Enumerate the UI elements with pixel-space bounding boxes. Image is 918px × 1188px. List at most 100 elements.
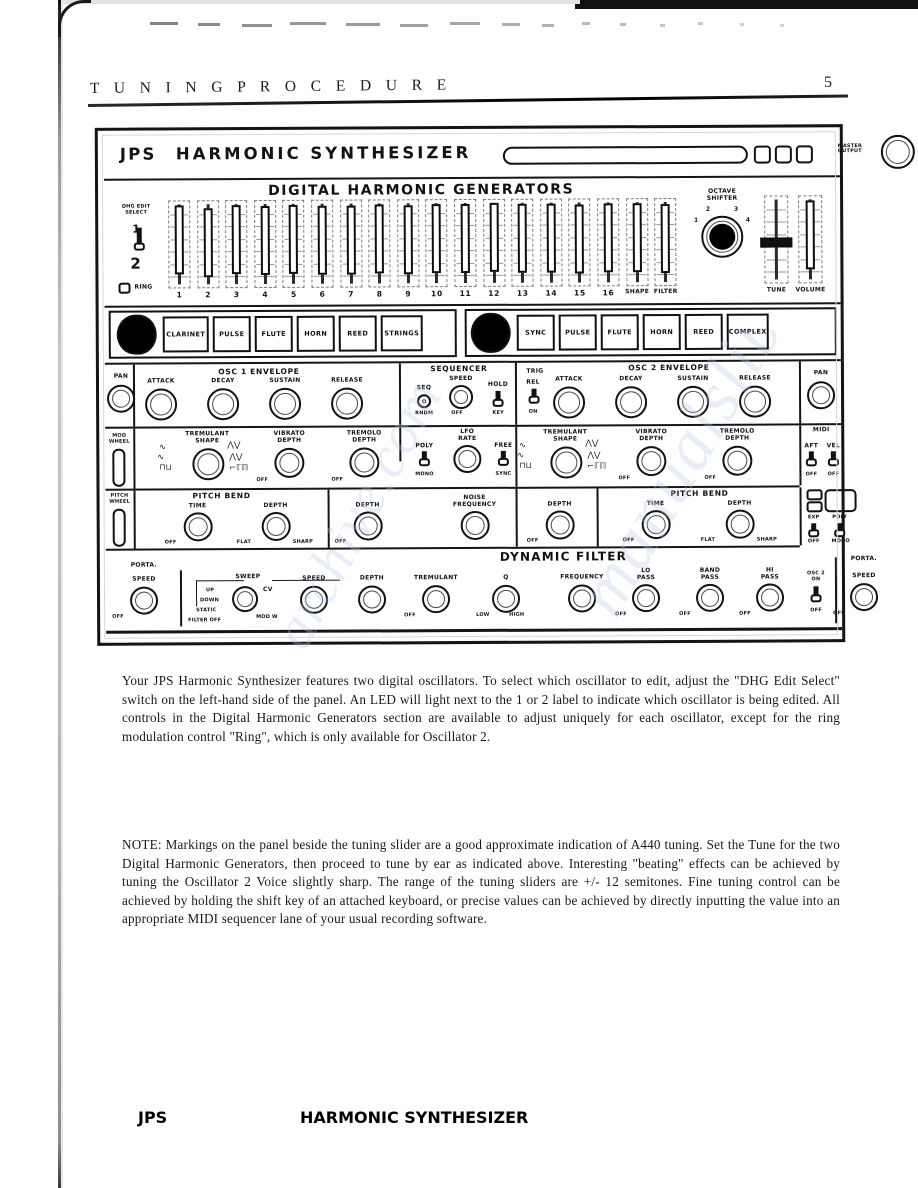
dhg-slider[interactable] bbox=[482, 198, 506, 287]
osc2-voice-button-flute[interactable]: FLUTE bbox=[600, 314, 639, 351]
filter-depth-knob[interactable] bbox=[357, 585, 387, 614]
dhg-slider[interactable] bbox=[168, 200, 191, 289]
osc1-voice-button-strings[interactable]: STRINGS bbox=[380, 315, 423, 352]
sequencer-speed-knob[interactable] bbox=[449, 384, 474, 410]
mod-wheel[interactable] bbox=[112, 448, 126, 487]
osc2-voice-button-horn[interactable]: HORN bbox=[642, 313, 681, 351]
osc2-voice-button-reed[interactable]: REED bbox=[684, 313, 723, 350]
osc1-pitch-bend-time-knob[interactable] bbox=[183, 512, 213, 542]
dhg-slider-cap[interactable] bbox=[517, 203, 528, 273]
dhg-slider-cap[interactable] bbox=[460, 203, 470, 274]
osc1-envelope-attack-knob[interactable] bbox=[145, 388, 178, 421]
lo-pass-knob[interactable] bbox=[631, 584, 661, 613]
sweep-option-static[interactable]: STATIC bbox=[196, 607, 216, 613]
filter-speed-knob[interactable] bbox=[299, 585, 329, 614]
dhg-slider-cap[interactable] bbox=[174, 205, 184, 275]
sweep-option-filter-off[interactable]: FILTER OFF bbox=[188, 617, 221, 623]
dhg-slider[interactable] bbox=[568, 198, 591, 287]
dhg-slider-cap[interactable] bbox=[317, 205, 327, 275]
osc1-pitch-bend-depth-knob[interactable] bbox=[261, 511, 291, 542]
osc2-pitch-bend-depth-knob[interactable] bbox=[725, 509, 755, 539]
dhg-slider[interactable] bbox=[597, 198, 620, 287]
dhg-slider-cap[interactable] bbox=[203, 208, 213, 278]
dhg-slider[interactable] bbox=[511, 198, 534, 287]
osc2-voice-selected-indicator[interactable] bbox=[470, 312, 511, 353]
dhg-slider-cap[interactable] bbox=[289, 204, 299, 274]
osc2-porta-speed-knob[interactable] bbox=[849, 583, 879, 612]
dhg-slider-cap[interactable] bbox=[260, 205, 270, 276]
filter-q-knob[interactable] bbox=[491, 584, 521, 613]
osc1-voice-button-pulse[interactable]: PULSE bbox=[212, 316, 251, 353]
sweep-option-down[interactable]: DOWN bbox=[200, 597, 219, 603]
osc1-voice-button-reed[interactable]: REED bbox=[338, 315, 377, 352]
tune-slider-cap[interactable] bbox=[760, 237, 793, 248]
osc1-voice-button-clarinet[interactable]: CLARINET bbox=[162, 316, 209, 353]
dhg-slider-cap[interactable] bbox=[489, 202, 499, 272]
noise-frequency-knob[interactable] bbox=[460, 510, 490, 541]
midi-pedal-jack-1[interactable] bbox=[806, 489, 823, 501]
osc2-tremulant-shape-knob[interactable] bbox=[550, 446, 583, 479]
dhg-slider[interactable] bbox=[196, 200, 220, 289]
osc2-trig-switch[interactable] bbox=[525, 388, 543, 409]
dhg-slider-cap[interactable] bbox=[632, 203, 642, 273]
osc1-voice-button-flute[interactable]: FLUTE bbox=[254, 315, 293, 353]
lfo-free-sync-switch[interactable] bbox=[494, 450, 512, 471]
dhg-slider-cap[interactable] bbox=[374, 204, 385, 274]
dhg-slider[interactable] bbox=[425, 199, 448, 288]
midi-aft-switch[interactable] bbox=[802, 451, 820, 471]
band-pass-knob[interactable] bbox=[695, 583, 725, 612]
dhg-slider[interactable] bbox=[339, 199, 363, 288]
osc2-voice-button-sync[interactable]: SYNC bbox=[516, 314, 555, 351]
ring-button[interactable] bbox=[118, 282, 131, 294]
osc2-pan-knob[interactable] bbox=[806, 381, 836, 410]
master-output-knob[interactable] bbox=[880, 134, 915, 169]
osc1-envelope-sustain-knob[interactable] bbox=[269, 387, 302, 420]
sequencer-mode-knob[interactable] bbox=[417, 394, 432, 409]
indicator-button-3[interactable] bbox=[795, 145, 813, 164]
dhg-slider-cap[interactable] bbox=[546, 203, 556, 273]
osc2-on-switch[interactable] bbox=[807, 586, 825, 608]
filter-tremulant-knob[interactable] bbox=[421, 585, 451, 614]
osc2-pitch-bend-time-knob[interactable] bbox=[641, 510, 671, 540]
osc2-envelope-sustain-knob[interactable] bbox=[677, 385, 710, 418]
dhg-slider-cap[interactable] bbox=[603, 203, 613, 273]
filter-frequency-knob[interactable] bbox=[567, 584, 597, 613]
dhg-slider-cap[interactable] bbox=[403, 205, 413, 275]
osc2-voice-button-complex[interactable]: COMPLEX bbox=[726, 313, 769, 350]
osc2-tremolo-depth-knob[interactable] bbox=[722, 445, 753, 476]
midi-pedal-jack-2[interactable] bbox=[806, 501, 823, 513]
volume-slider[interactable] bbox=[798, 195, 823, 284]
dhg-slider-cap[interactable] bbox=[575, 204, 585, 274]
lfo-rate-knob[interactable] bbox=[453, 444, 482, 474]
osc2-vibrato-depth-knob[interactable] bbox=[636, 446, 667, 477]
dhg-slider[interactable] bbox=[396, 199, 420, 288]
osc1-voice-selected-indicator[interactable] bbox=[116, 314, 157, 355]
osc2-voice-button-pulse[interactable]: PULSE bbox=[558, 314, 597, 351]
osc1-noise-depth-knob[interactable] bbox=[353, 511, 383, 541]
dhg-slider-cap[interactable] bbox=[432, 204, 442, 274]
dhg-slider[interactable] bbox=[253, 199, 277, 289]
osc1-voice-button-horn[interactable]: HORN bbox=[296, 315, 335, 352]
osc2-envelope-decay-knob[interactable] bbox=[615, 386, 648, 419]
sweep-option-up[interactable]: UP bbox=[206, 587, 214, 593]
indicator-button-1[interactable] bbox=[753, 145, 771, 164]
lfo-poly-mono-switch[interactable] bbox=[415, 451, 433, 471]
volume-slider-cap[interactable] bbox=[805, 200, 815, 270]
pitch-wheel[interactable] bbox=[112, 508, 126, 547]
osc2-noise-depth-knob[interactable] bbox=[545, 510, 575, 540]
dhg-slider[interactable] bbox=[282, 199, 305, 288]
osc1-envelope-decay-knob[interactable] bbox=[207, 388, 240, 421]
midi-vel-switch[interactable] bbox=[824, 451, 842, 471]
dhg-slider[interactable] bbox=[625, 198, 649, 287]
sweep-source-knob[interactable] bbox=[231, 586, 259, 613]
osc2-envelope-attack-knob[interactable] bbox=[553, 386, 586, 419]
indicator-button-2[interactable] bbox=[774, 145, 792, 164]
dhg-slider[interactable] bbox=[454, 198, 477, 288]
dhg-slider-cap[interactable] bbox=[231, 205, 242, 275]
dhg-slider[interactable] bbox=[225, 200, 248, 289]
tune-slider[interactable] bbox=[760, 195, 793, 284]
osc1-envelope-release-knob[interactable] bbox=[331, 387, 364, 420]
osc1-porta-speed-knob[interactable] bbox=[129, 586, 159, 615]
dhg-slider-cap[interactable] bbox=[660, 204, 671, 274]
dhg-slider[interactable] bbox=[368, 199, 391, 288]
